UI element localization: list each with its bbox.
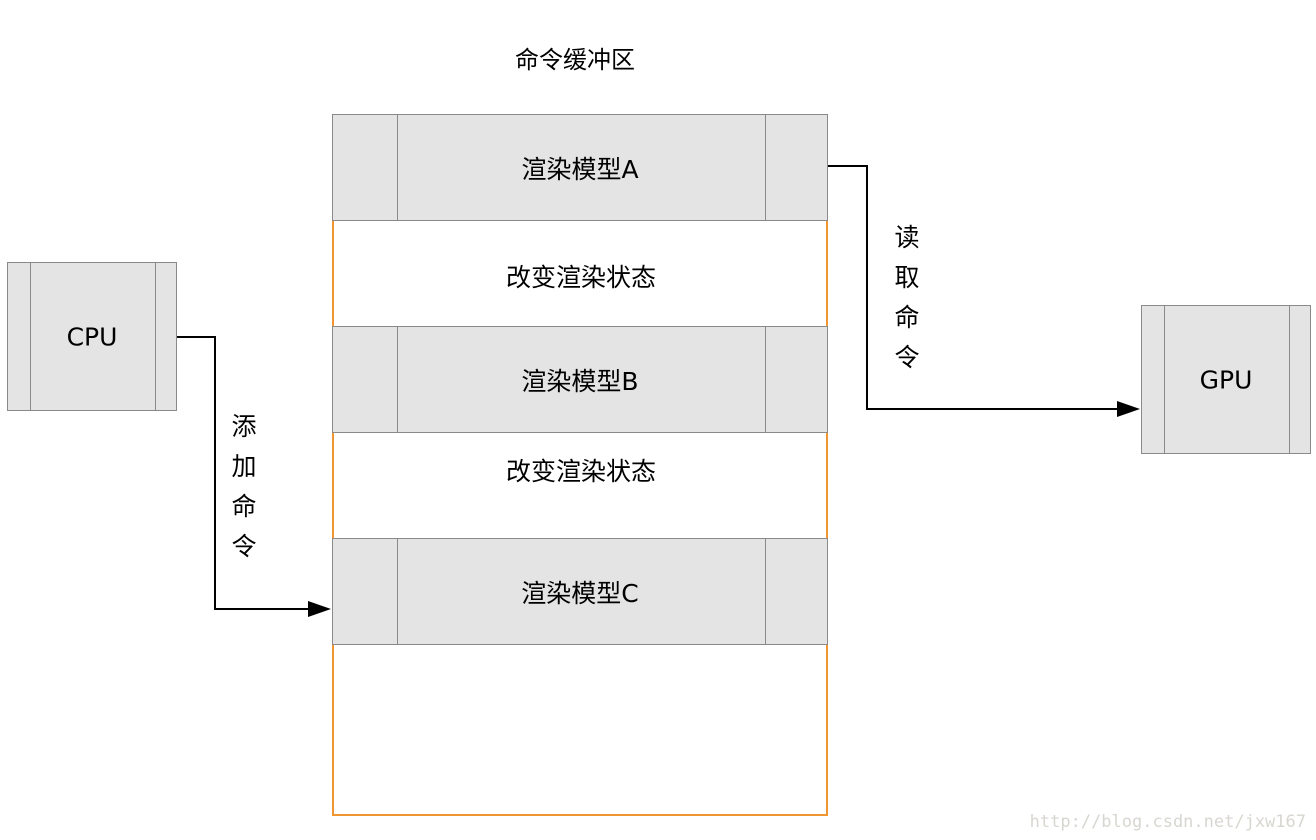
add-command-char: 命 [231, 492, 257, 521]
connector-layer [177, 165, 1140, 617]
read-command-arrowhead [1117, 401, 1140, 417]
add-command-label: 添 加 命 令 [228, 407, 260, 567]
read-command-connector [828, 165, 1120, 410]
watermark: http://blog.csdn.net/jxw167 [1029, 812, 1306, 832]
read-command-char: 命 [894, 303, 920, 332]
add-command-arrowhead [308, 601, 331, 617]
read-command-char: 令 [894, 343, 920, 372]
read-command-label: 读 取 命 令 [891, 218, 923, 378]
read-command-char: 取 [894, 263, 920, 292]
read-command-char: 读 [894, 223, 920, 252]
add-command-char: 添 [231, 412, 257, 441]
add-command-char: 加 [231, 452, 257, 481]
add-command-char: 令 [231, 532, 257, 561]
